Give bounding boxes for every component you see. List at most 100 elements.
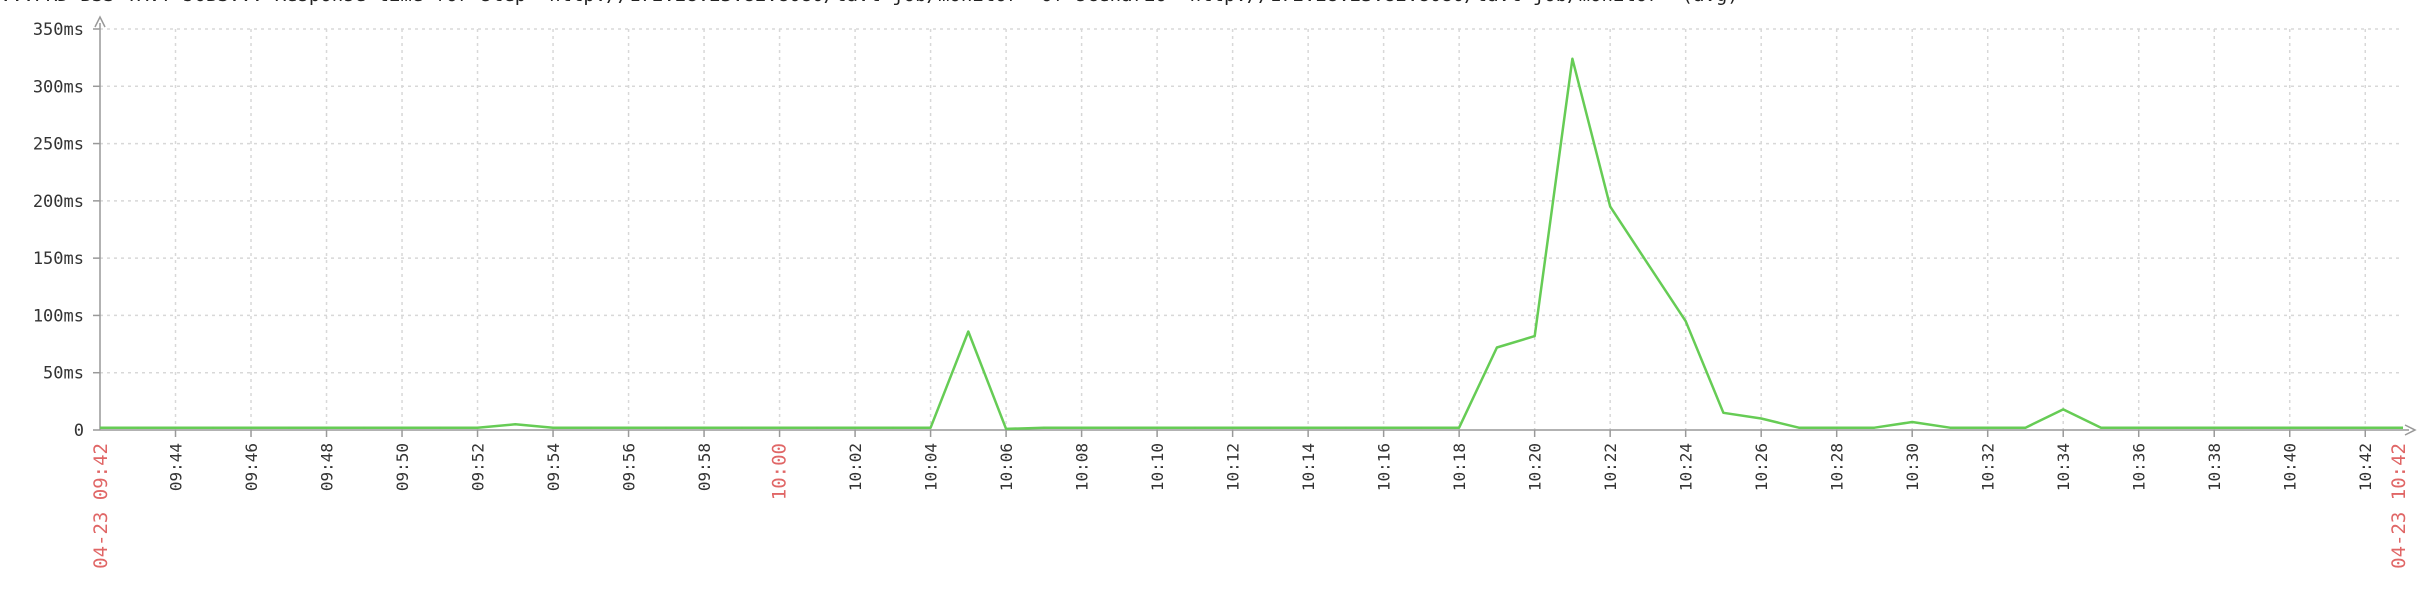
y-tick-label: 150ms (33, 249, 84, 269)
x-tick-label: 10:36 (2130, 443, 2149, 491)
data-point (1760, 417, 1762, 419)
grid (100, 28, 2403, 430)
data-point (99, 427, 101, 429)
data-point (1420, 427, 1422, 429)
data-point (212, 427, 214, 429)
x-tick-label: 09:54 (544, 443, 563, 491)
data-point (1722, 412, 1724, 414)
x-tick-label: 09:46 (242, 443, 261, 491)
data-point (325, 427, 327, 429)
data-point (816, 427, 818, 429)
x-tick-label: 10:42 (2356, 443, 2375, 491)
x-axis-ticks: 09:44 09:46 09:48 09:50 09:52 09:54 09:56 09:58… (90, 430, 2410, 569)
data-point (2402, 427, 2404, 429)
data-point (1080, 427, 1082, 429)
data-point (1156, 427, 1158, 429)
data-point (703, 427, 705, 429)
data-point (1345, 427, 1347, 429)
data-point (1911, 421, 1913, 423)
data-point (741, 427, 743, 429)
x-tick-label: 10:30 (1903, 443, 1922, 491)
data-point (2289, 427, 2291, 429)
data-point (1684, 320, 1686, 322)
data-point (1647, 263, 1649, 265)
x-tick-label: 10:06 (997, 443, 1016, 491)
x-tick-label: 10:34 (2054, 443, 2073, 491)
data-point (1382, 427, 1384, 429)
data-point (1005, 428, 1007, 430)
y-tick-label: 200ms (33, 192, 84, 212)
data-point (627, 427, 629, 429)
x-tick-label: 10:00 (769, 443, 791, 500)
data-point (2175, 427, 2177, 429)
data-point (1987, 427, 1989, 429)
data-point (854, 427, 856, 429)
data-point (2213, 427, 2215, 429)
data-point (1835, 427, 1837, 429)
data-point (2062, 408, 2064, 410)
data-point (892, 427, 894, 429)
x-tick-label: 09:52 (469, 443, 488, 491)
y-tick-label: 50ms (43, 364, 84, 384)
plot-area (99, 57, 2404, 431)
data-point (2100, 427, 2102, 429)
data-point (2364, 427, 2366, 429)
data-point (1533, 335, 1535, 337)
x-tick-label: 10:32 (1979, 443, 1998, 491)
data-point (2024, 427, 2026, 429)
x-tick-label: 10:22 (1601, 443, 1620, 491)
x-tick-label: 10:40 (2281, 443, 2300, 491)
data-point (137, 427, 139, 429)
x-tick-label: 09:50 (393, 443, 412, 491)
x-tick-label: 10:16 (1375, 443, 1394, 491)
data-point (1307, 427, 1309, 429)
y-tick-label: 350ms (33, 20, 84, 40)
y-tick-label: 0 (74, 421, 84, 441)
data-point (439, 427, 441, 429)
data-point (1798, 427, 1800, 429)
data-point (590, 427, 592, 429)
data-point (967, 330, 969, 332)
x-tick-label: 10:28 (1828, 443, 1847, 491)
data-point (288, 427, 290, 429)
data-point (514, 423, 516, 425)
data-point (174, 427, 176, 429)
data-point (1458, 427, 1460, 429)
data-point (2251, 427, 2253, 429)
data-point (1118, 427, 1120, 429)
x-tick-label: 10:26 (1752, 443, 1771, 491)
x-end-label: 04-23 10:42 (2388, 443, 2410, 569)
y-tick-label: 250ms (33, 135, 84, 155)
data-point (1194, 427, 1196, 429)
data-point (1571, 58, 1573, 60)
data-point (665, 427, 667, 429)
x-tick-label: 10:38 (2205, 443, 2224, 491)
data-point (250, 427, 252, 429)
x-tick-label: 10:08 (1073, 443, 1092, 491)
data-point (1873, 427, 1875, 429)
data-point (363, 427, 365, 429)
x-start-label: 04-23 09:42 (90, 443, 112, 569)
data-point (401, 427, 403, 429)
data-point (929, 427, 931, 429)
data-point (1949, 427, 1951, 429)
x-tick-label: 10:10 (1148, 443, 1167, 491)
x-tick-label: 10:20 (1526, 443, 1545, 491)
data-point (778, 427, 780, 429)
x-tick-label: 09:56 (620, 443, 639, 491)
x-tick-label: 10:04 (922, 443, 941, 491)
x-tick-label: 10:18 (1450, 443, 1469, 491)
x-tick-label: 10:12 (1224, 443, 1243, 491)
x-tick-label: 10:14 (1299, 443, 1318, 491)
data-point (2326, 427, 2328, 429)
x-tick-label: 09:44 (167, 443, 186, 491)
x-tick-label: 10:02 (846, 443, 865, 491)
data-point (1609, 205, 1611, 207)
data-point (552, 427, 554, 429)
data-point (1231, 427, 1233, 429)
x-tick-label: 10:24 (1677, 443, 1696, 491)
chart: 0 50ms 100ms 150ms 200ms 250ms 300ms 350ms 09:4… (33, 15, 2417, 569)
data-point (1269, 427, 1271, 429)
x-tick-label: 09:48 (318, 443, 337, 491)
data-point (476, 427, 478, 429)
